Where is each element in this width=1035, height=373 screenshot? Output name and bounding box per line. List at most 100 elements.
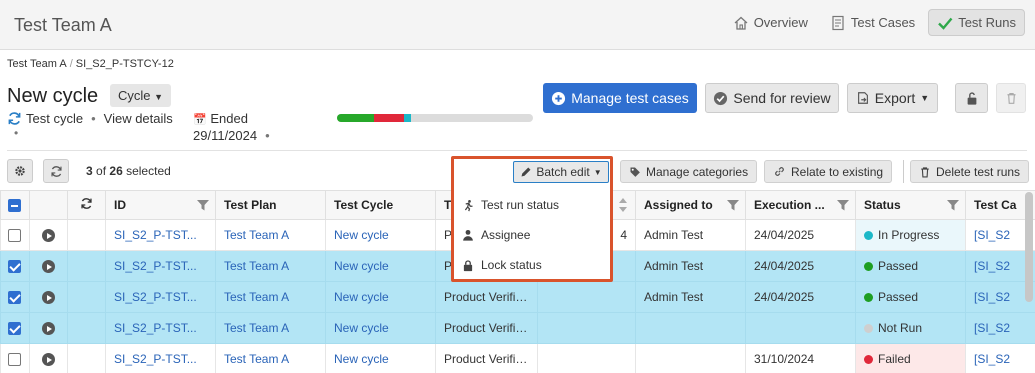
- column-header-assigned-to[interactable]: Assigned to: [635, 190, 746, 220]
- test-plan-cell[interactable]: Test Team A: [215, 281, 326, 313]
- trash-icon: [1006, 92, 1016, 104]
- view-details-link[interactable]: View details: [104, 111, 173, 126]
- row-checkbox[interactable]: [8, 353, 21, 367]
- status-dot: [864, 293, 873, 303]
- separator-dot: •: [14, 126, 19, 140]
- column-header-id[interactable]: ID: [105, 190, 216, 220]
- sort-icon[interactable]: [619, 198, 627, 212]
- filter-icon[interactable]: [197, 200, 209, 211]
- column-header-test-plan[interactable]: Test Plan: [215, 190, 326, 220]
- menu-item-assignee[interactable]: Assignee: [462, 228, 530, 242]
- test-category-cell[interactable]: [SI_S2: [965, 343, 1035, 373]
- sync-cell: [67, 312, 106, 344]
- run-cell[interactable]: [29, 219, 68, 251]
- breadcrumb-item-cycle[interactable]: SI_S2_P-TSTCY-12: [76, 58, 174, 70]
- id-cell[interactable]: SI_S2_P-TST...: [105, 281, 216, 313]
- column-header-test-cycle[interactable]: Test Cycle: [325, 190, 436, 220]
- row-select-cell[interactable]: [0, 219, 30, 251]
- send-for-review-button[interactable]: Send for review: [705, 83, 839, 113]
- test-cycle-cell[interactable]: New cycle: [325, 343, 436, 373]
- id-cell[interactable]: SI_S2_P-TST...: [105, 343, 216, 373]
- filter-icon[interactable]: [947, 200, 959, 211]
- nav-test-runs[interactable]: Test Runs: [928, 9, 1025, 36]
- nav-overview[interactable]: Overview: [724, 9, 817, 36]
- test-plan-cell[interactable]: Test Team A: [215, 343, 326, 373]
- table-row[interactable]: SI_S2_P-TST... Test Team A New cycle Produc…: [0, 281, 1035, 313]
- column-header-status[interactable]: Status: [855, 190, 966, 220]
- test-cycle-cell[interactable]: New cycle: [325, 219, 436, 251]
- status-dot: [864, 231, 873, 241]
- relate-to-existing-button[interactable]: Relate to existing: [764, 160, 893, 183]
- user-icon: [463, 229, 473, 241]
- play-icon[interactable]: [42, 229, 55, 243]
- test-cycle-cell[interactable]: New cycle: [325, 281, 436, 313]
- refresh-button[interactable]: [43, 159, 69, 183]
- filter-icon[interactable]: [727, 200, 739, 211]
- home-icon: [734, 16, 748, 30]
- run-cell[interactable]: [29, 281, 68, 313]
- play-icon[interactable]: [42, 291, 55, 305]
- nav-test-cases[interactable]: Test Cases: [821, 9, 924, 36]
- row-select-cell[interactable]: [0, 312, 30, 344]
- unlock-button[interactable]: [955, 83, 988, 113]
- table-scrollbar[interactable]: [1025, 192, 1033, 302]
- filter-icon[interactable]: [837, 200, 849, 211]
- play-icon[interactable]: [42, 353, 55, 367]
- test-plan-cell[interactable]: Test Team A: [215, 219, 326, 251]
- menu-item-label: Test run status: [481, 198, 560, 212]
- batch-edit-button[interactable]: Batch edit ▼: [513, 161, 609, 183]
- app-title: Test Team A: [14, 15, 112, 35]
- menu-item-test-run-status[interactable]: Test run status: [462, 198, 559, 212]
- test-case-cell: Product Verific...: [435, 281, 538, 313]
- settings-button[interactable]: [7, 159, 33, 183]
- run-cell[interactable]: [29, 250, 68, 282]
- sync-column-header[interactable]: [67, 190, 106, 220]
- test-cycle-cell[interactable]: New cycle: [325, 250, 436, 282]
- id-cell[interactable]: SI_S2_P-TST...: [105, 219, 216, 251]
- nav-overview-label: Overview: [753, 15, 808, 30]
- sync-cell: [67, 250, 106, 282]
- menu-item-lock-status[interactable]: Lock status: [462, 258, 542, 272]
- delete-cycle-button[interactable]: [996, 83, 1026, 113]
- table-row[interactable]: SI_S2_P-TST... Test Team A New cycle Produc…: [0, 312, 1035, 344]
- id-cell[interactable]: SI_S2_P-TST...: [105, 312, 216, 344]
- row-checkbox[interactable]: [8, 322, 21, 336]
- breadcrumb-item-team[interactable]: Test Team A: [7, 58, 67, 70]
- test-plan-cell[interactable]: Test Team A: [215, 312, 326, 344]
- status-cell: Not Run: [855, 312, 966, 344]
- export-button[interactable]: Export ▼: [847, 83, 938, 113]
- breadcrumb: Test Team A / SI_S2_P-TSTCY-12: [7, 58, 174, 70]
- test-category-cell[interactable]: [SI_S2: [965, 312, 1035, 344]
- manage-categories-button[interactable]: Manage categories: [620, 160, 758, 183]
- row-checkbox[interactable]: [8, 291, 21, 305]
- row-select-cell[interactable]: [0, 250, 30, 282]
- ended-date: 29/11/2024: [193, 128, 258, 143]
- assigned-to-cell: Admin Test: [635, 281, 746, 313]
- cycle-type-label: Cycle: [118, 88, 151, 103]
- delete-test-runs-button[interactable]: Delete test runs: [910, 160, 1030, 183]
- sync-cell: [67, 219, 106, 251]
- select-all-cell[interactable]: [0, 190, 30, 220]
- row-select-cell[interactable]: [0, 343, 30, 373]
- table-row[interactable]: SI_S2_P-TST... Test Team A New cycle Produc…: [0, 343, 1035, 373]
- status-cell: Passed: [855, 250, 966, 282]
- row-checkbox[interactable]: [8, 229, 21, 243]
- sync-cell: [67, 343, 106, 373]
- test-cycle-cell[interactable]: New cycle: [325, 312, 436, 344]
- manage-test-cases-button[interactable]: Manage test cases: [543, 83, 697, 113]
- select-all-checkbox[interactable]: [8, 199, 21, 213]
- caret-down-icon: ▼: [154, 92, 164, 102]
- delete-test-runs-label: Delete test runs: [936, 164, 1021, 179]
- column-header-execution[interactable]: Execution ...: [745, 190, 856, 220]
- id-cell[interactable]: SI_S2_P-TST...: [105, 250, 216, 282]
- status-dot: [864, 262, 873, 272]
- run-cell[interactable]: [29, 312, 68, 344]
- row-checkbox[interactable]: [8, 260, 21, 274]
- play-icon[interactable]: [42, 322, 55, 336]
- row-select-cell[interactable]: [0, 281, 30, 313]
- total-count: 26: [109, 164, 123, 178]
- cycle-type-dropdown[interactable]: Cycle ▼: [110, 84, 172, 107]
- run-cell[interactable]: [29, 343, 68, 373]
- test-plan-cell[interactable]: Test Team A: [215, 250, 326, 282]
- play-icon[interactable]: [42, 260, 55, 274]
